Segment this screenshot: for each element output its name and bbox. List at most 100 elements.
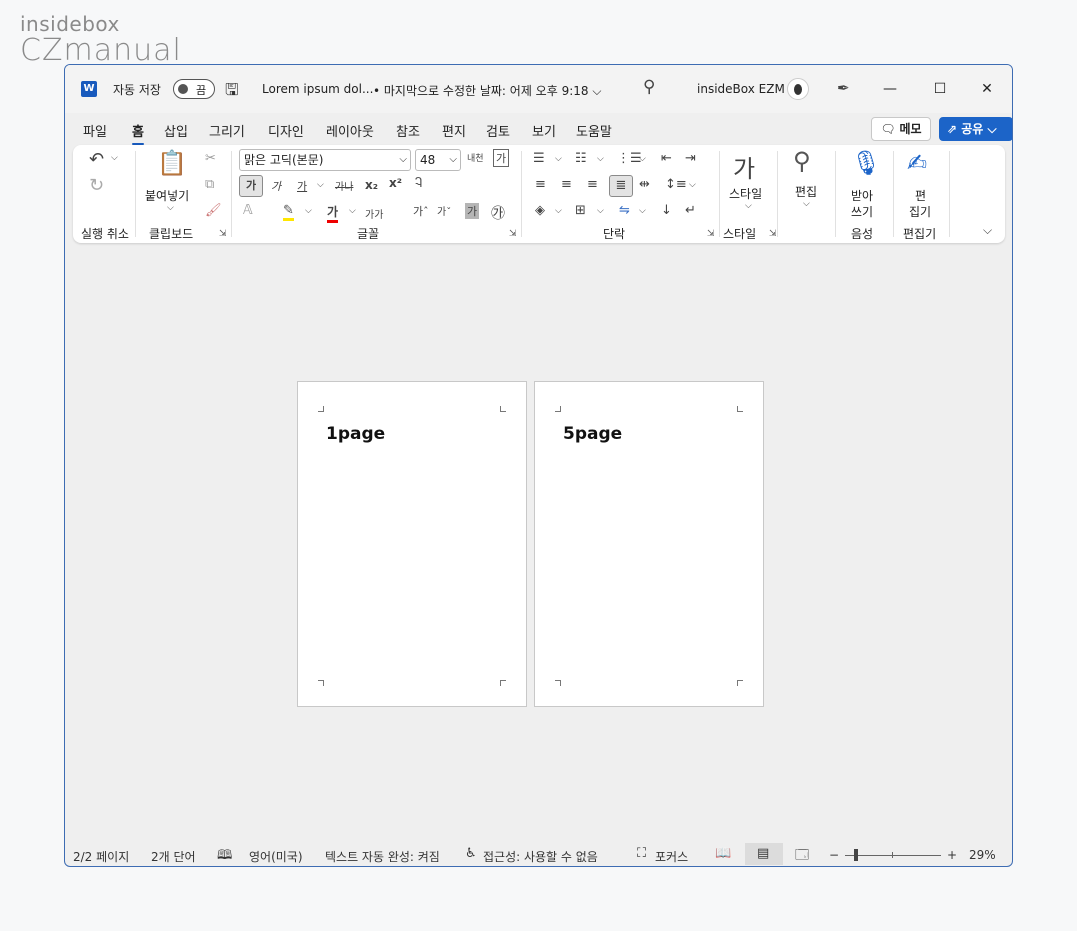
show-marks-icon[interactable]: ↵ xyxy=(685,203,696,218)
clear-formatting-icon[interactable]: Ꮈ xyxy=(415,176,422,191)
tab-insert[interactable]: 삽입 xyxy=(164,121,188,140)
styles-icon[interactable]: 가 xyxy=(733,149,755,184)
align-left-icon[interactable]: ≡ xyxy=(535,177,546,192)
ribbon-collapse-icon[interactable]: ⌵ xyxy=(983,223,992,238)
character-shading-icon[interactable]: 가 xyxy=(465,203,480,219)
bullets-dropdown-icon[interactable]: ⌵ xyxy=(555,154,562,164)
editor-icon[interactable]: ✍ xyxy=(907,149,927,177)
print-layout-icon[interactable]: ▤ xyxy=(757,846,769,861)
justify-icon[interactable]: ≣ xyxy=(609,175,633,197)
paste-icon[interactable]: 📋 xyxy=(157,149,187,177)
format-painter-icon[interactable]: 🖌 xyxy=(205,203,222,218)
zoom-slider-thumb[interactable] xyxy=(854,849,858,861)
focus-mode[interactable]: 포커스 xyxy=(655,848,688,865)
tab-home[interactable]: 홈 xyxy=(132,121,144,145)
highlight-dropdown-icon[interactable]: ⌵ xyxy=(305,206,312,216)
editor-label-1[interactable]: 편 xyxy=(915,187,926,204)
share-button[interactable]: ⇗ 공유 ⌵ xyxy=(939,117,1012,141)
tab-help[interactable]: 도움말 xyxy=(576,121,612,140)
document-title[interactable]: Lorem ipsum dol... xyxy=(262,82,373,96)
search-icon[interactable]: ⚲ xyxy=(643,77,655,97)
sort-icon[interactable]: ↓ xyxy=(661,203,672,218)
sort-asian-icon[interactable]: ⇋ xyxy=(619,203,630,218)
tab-references[interactable]: 참조 xyxy=(396,121,420,140)
change-case-icon[interactable]: 가가 xyxy=(365,206,383,221)
font-color-icon[interactable]: 가 xyxy=(327,203,339,223)
superscript-button[interactable]: x² xyxy=(389,176,402,190)
italic-button[interactable]: 가 xyxy=(271,178,281,194)
line-spacing-dropdown-icon[interactable]: ⌵ xyxy=(689,180,696,190)
font-name-select[interactable]: 맑은 고딕(본문) ⌵ xyxy=(239,149,411,171)
character-border-icon[interactable]: 가 xyxy=(493,149,510,167)
close-button[interactable]: ✕ xyxy=(964,75,1010,103)
zoom-level[interactable]: 29% xyxy=(969,848,996,862)
language[interactable]: 영어(미국) xyxy=(249,848,303,865)
decrease-indent-icon[interactable]: ⇤ xyxy=(661,151,672,166)
tab-file[interactable]: 파일 xyxy=(83,121,107,140)
document-page[interactable]: 1page xyxy=(297,381,527,707)
edit-label[interactable]: 편집 xyxy=(795,183,817,200)
increase-indent-icon[interactable]: ⇥ xyxy=(685,151,696,166)
styles-label[interactable]: 스타일 xyxy=(729,185,762,202)
zoom-slider[interactable] xyxy=(845,855,941,856)
shading-icon[interactable]: ◈ xyxy=(535,203,545,218)
phonetic-guide-icon[interactable]: 내천 xyxy=(467,151,484,164)
enclose-characters-icon[interactable]: ㉮ xyxy=(491,203,505,223)
editor-label-2[interactable]: 집기 xyxy=(909,203,931,220)
subscript-button[interactable]: x₂ xyxy=(365,178,378,192)
text-effects-icon[interactable]: 𝔸 xyxy=(243,203,253,218)
text-predictions[interactable]: 텍스트 자동 완성: 켜짐 xyxy=(325,848,440,865)
page-count[interactable]: 2/2 페이지 xyxy=(73,848,129,865)
paste-label[interactable]: 붙여넣기 xyxy=(145,187,189,204)
undo-dropdown-icon[interactable]: ⌵ xyxy=(111,153,118,163)
proofing-icon[interactable]: 🕮 xyxy=(217,846,232,866)
autosave-toggle[interactable]: 끔 xyxy=(173,79,215,99)
bullets-icon[interactable]: ☰ xyxy=(533,151,545,166)
styles-launcher-icon[interactable]: ⇲ xyxy=(769,229,777,239)
underline-button[interactable]: 가 xyxy=(297,178,307,194)
sort-asian-dropdown-icon[interactable]: ⌵ xyxy=(639,206,646,216)
highlight-icon[interactable]: ✎ xyxy=(283,203,294,221)
designer-pen-icon[interactable]: ✒ xyxy=(837,79,850,97)
tab-design[interactable]: 디자인 xyxy=(268,121,304,140)
font-launcher-icon[interactable]: ⇲ xyxy=(509,229,517,239)
page-text[interactable]: 1page xyxy=(326,424,385,444)
edit-dropdown-icon[interactable]: ⌵ xyxy=(803,199,810,209)
copy-icon[interactable]: ⧉ xyxy=(205,177,214,192)
paste-dropdown-icon[interactable]: ⌵ xyxy=(167,203,174,213)
zoom-out-button[interactable]: − xyxy=(829,848,839,862)
web-layout-icon[interactable]: 🗔 xyxy=(795,846,809,866)
font-color-dropdown-icon[interactable]: ⌵ xyxy=(349,206,356,216)
line-spacing-icon[interactable]: ↕≡ xyxy=(665,177,687,192)
dictate-label-2[interactable]: 쓰기 xyxy=(851,203,873,220)
multilevel-dropdown-icon[interactable]: ⌵ xyxy=(639,154,646,164)
undo-icon[interactable]: ↶ xyxy=(89,149,104,170)
zoom-in-button[interactable]: + xyxy=(947,848,957,862)
read-mode-icon[interactable]: 📖 xyxy=(715,846,731,861)
numbering-icon[interactable]: ☷ xyxy=(575,151,587,166)
tab-draw[interactable]: 그리기 xyxy=(209,121,245,140)
dictate-label-1[interactable]: 받아 xyxy=(851,187,873,204)
styles-dropdown-icon[interactable]: ⌵ xyxy=(745,201,752,211)
paragraph-launcher-icon[interactable]: ⇲ xyxy=(707,229,715,239)
user-name[interactable]: insideBox EZM xyxy=(697,82,785,96)
word-count[interactable]: 2개 단어 xyxy=(151,848,196,865)
cut-icon[interactable]: ✂ xyxy=(205,151,216,166)
redo-icon[interactable]: ↻ xyxy=(89,175,104,196)
align-right-icon[interactable]: ≡ xyxy=(587,177,598,192)
underline-dropdown-icon[interactable]: ⌵ xyxy=(317,180,324,190)
multilevel-list-icon[interactable]: ⋮☰ xyxy=(617,151,642,166)
font-size-select[interactable]: 48 ⌵ xyxy=(415,149,461,171)
save-icon[interactable]: 🖫 xyxy=(225,79,239,106)
bold-button[interactable]: 가 xyxy=(239,175,263,197)
tab-review[interactable]: 검토 xyxy=(486,121,510,140)
grow-font-icon[interactable]: 가ˆ xyxy=(413,203,429,219)
avatar[interactable] xyxy=(787,78,809,100)
tab-view[interactable]: 보기 xyxy=(532,121,556,140)
find-icon[interactable]: ⚲ xyxy=(793,147,811,175)
shading-dropdown-icon[interactable]: ⌵ xyxy=(555,206,562,216)
microphone-icon[interactable]: 🎙 xyxy=(851,149,881,177)
align-center-icon[interactable]: ≡ xyxy=(561,177,572,192)
tab-layout[interactable]: 레이아웃 xyxy=(326,121,374,140)
document-page[interactable]: 5page xyxy=(534,381,764,707)
